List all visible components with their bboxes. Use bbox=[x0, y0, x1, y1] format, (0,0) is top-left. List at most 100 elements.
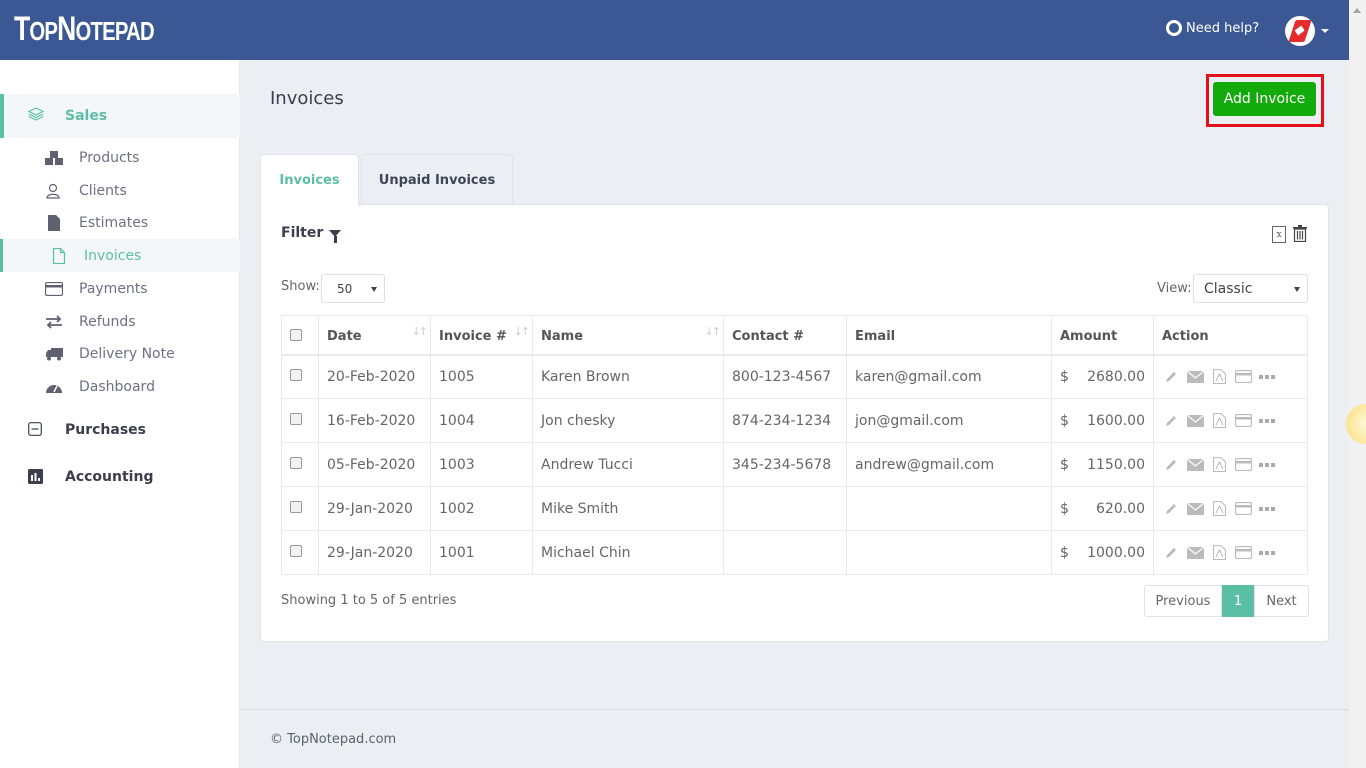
action-cell bbox=[1153, 398, 1308, 443]
show-label: Show: bbox=[281, 279, 320, 294]
payment-card-icon[interactable] bbox=[1234, 502, 1252, 516]
excel-export-icon[interactable]: x bbox=[1272, 226, 1286, 243]
footer-copyright: © TopNotepad.com bbox=[270, 732, 397, 747]
pdf-icon[interactable] bbox=[1210, 413, 1228, 428]
row-checkbox[interactable] bbox=[290, 456, 302, 469]
add-invoice-button[interactable]: Add Invoice bbox=[1213, 82, 1316, 116]
email-icon[interactable] bbox=[1186, 370, 1204, 384]
email-icon[interactable] bbox=[1186, 502, 1204, 516]
edit-icon[interactable] bbox=[1162, 370, 1180, 384]
client-name-cell: Karen Brown bbox=[532, 354, 724, 399]
pdf-icon[interactable] bbox=[1210, 501, 1228, 516]
more-options-icon[interactable] bbox=[1258, 546, 1276, 560]
column-label: Invoice # bbox=[439, 329, 507, 345]
sidebar-item-products[interactable]: Products bbox=[0, 141, 240, 174]
caret-down-icon[interactable] bbox=[1321, 29, 1329, 33]
pdf-icon[interactable] bbox=[1210, 545, 1228, 560]
edit-icon[interactable] bbox=[1162, 546, 1180, 560]
sidebar-item-payments[interactable]: Payments bbox=[0, 272, 240, 305]
sidebar-item-delivery-note[interactable]: Delivery Note bbox=[0, 337, 240, 370]
more-options-icon[interactable] bbox=[1258, 414, 1276, 428]
minus-square-icon bbox=[28, 422, 44, 438]
column-header-date[interactable]: Date ↓↑ bbox=[318, 315, 431, 355]
tab-unpaid-invoices[interactable]: Unpaid Invoices bbox=[361, 154, 513, 205]
select-all-checkbox[interactable] bbox=[290, 328, 302, 341]
filter-toggle[interactable]: Filter bbox=[281, 225, 342, 243]
page-size-select[interactable]: 50 bbox=[321, 274, 385, 303]
sort-icon[interactable]: ↓↑ bbox=[412, 325, 429, 338]
invoices-panel: Filter x Show: 50 View: Classic Date ↓↑ I… bbox=[260, 204, 1329, 642]
payment-card-icon[interactable] bbox=[1234, 458, 1252, 472]
sort-icon[interactable]: ↓↑ bbox=[514, 325, 531, 338]
view-select[interactable]: Classic bbox=[1193, 274, 1308, 303]
sidebar-item-dashboard[interactable]: Dashboard bbox=[0, 370, 240, 403]
row-checkbox[interactable] bbox=[290, 544, 302, 557]
table-row[interactable]: 05-Feb-2020 1003 Andrew Tucci 345-234-56… bbox=[281, 442, 1308, 487]
table-row[interactable]: 16-Feb-2020 1004 Jon chesky 874-234-1234… bbox=[281, 398, 1308, 443]
row-checkbox[interactable] bbox=[290, 412, 302, 425]
column-header-invoice[interactable]: Invoice # ↓↑ bbox=[430, 315, 533, 355]
client-name-cell: Mike Smith bbox=[532, 486, 724, 531]
table-row[interactable]: 20-Feb-2020 1005 Karen Brown 800-123-456… bbox=[281, 354, 1308, 399]
invoice-number-cell: 1005 bbox=[430, 354, 533, 399]
sidebar-item-purchases[interactable]: Purchases bbox=[0, 415, 240, 445]
row-checkbox[interactable] bbox=[290, 368, 302, 381]
previous-page-button[interactable]: Previous bbox=[1144, 585, 1222, 617]
column-label: Contact # bbox=[732, 329, 805, 345]
email-icon[interactable] bbox=[1186, 458, 1204, 472]
page-scrollbar[interactable] bbox=[1349, 0, 1366, 768]
sort-icon[interactable]: ↓↑ bbox=[705, 325, 722, 338]
sidebar-item-label: Products bbox=[79, 149, 140, 166]
file-icon bbox=[44, 214, 64, 231]
more-options-icon[interactable] bbox=[1258, 370, 1276, 384]
sidebar-item-label: Delivery Note bbox=[79, 345, 175, 362]
user-avatar[interactable] bbox=[1285, 16, 1315, 46]
pdf-icon[interactable] bbox=[1210, 369, 1228, 385]
amount-value: 2680.00 bbox=[1087, 368, 1145, 385]
contact-cell bbox=[723, 530, 847, 575]
sidebar-item-estimates[interactable]: Estimates bbox=[0, 206, 240, 239]
scroll-up-arrow-icon[interactable] bbox=[1353, 8, 1361, 13]
email-icon[interactable] bbox=[1186, 546, 1204, 560]
client-name-cell: Andrew Tucci bbox=[532, 442, 724, 487]
column-label: Email bbox=[855, 329, 896, 345]
column-header-amount: Amount bbox=[1051, 315, 1154, 355]
action-cell bbox=[1153, 530, 1308, 575]
edit-icon[interactable] bbox=[1162, 414, 1180, 428]
tab-invoices[interactable]: Invoices bbox=[260, 154, 359, 206]
amount-value: 1150.00 bbox=[1087, 456, 1145, 473]
sidebar-item-label: Sales bbox=[65, 108, 108, 124]
edit-icon[interactable] bbox=[1162, 458, 1180, 472]
client-name-cell: Michael Chin bbox=[532, 530, 724, 575]
amount-cell: $620.00 bbox=[1051, 486, 1154, 531]
column-header-name[interactable]: Name ↓↑ bbox=[532, 315, 724, 355]
sidebar-item-sales[interactable]: Sales bbox=[0, 94, 240, 138]
pdf-icon[interactable] bbox=[1210, 457, 1228, 472]
sidebar-item-clients[interactable]: Clients bbox=[0, 174, 240, 207]
sidebar-item-accounting[interactable]: Accounting bbox=[0, 462, 240, 492]
more-options-icon[interactable] bbox=[1258, 502, 1276, 516]
sidebar-item-label: Payments bbox=[79, 280, 148, 297]
need-help-link[interactable]: Need help? bbox=[1166, 20, 1259, 36]
row-checkbox[interactable] bbox=[290, 500, 302, 513]
payment-card-icon[interactable] bbox=[1234, 546, 1252, 560]
table-row[interactable]: 29-Jan-2020 1002 Mike Smith $620.00 bbox=[281, 486, 1308, 531]
currency-symbol: $ bbox=[1060, 544, 1069, 561]
row-select-cell bbox=[281, 530, 319, 575]
more-options-icon[interactable] bbox=[1258, 458, 1276, 472]
table-row[interactable]: 29-Jan-2020 1001 Michael Chin $1000.00 bbox=[281, 530, 1308, 575]
trash-icon[interactable] bbox=[1293, 225, 1307, 243]
contact-cell: 345-234-5678 bbox=[723, 442, 847, 487]
payment-card-icon[interactable] bbox=[1234, 414, 1252, 428]
app-logo[interactable]: TopNotepad bbox=[14, 10, 155, 49]
edit-icon[interactable] bbox=[1162, 502, 1180, 516]
next-page-button[interactable]: Next bbox=[1254, 585, 1309, 617]
page-1-button[interactable]: 1 bbox=[1222, 585, 1254, 617]
payment-card-icon[interactable] bbox=[1234, 370, 1252, 384]
sidebar-item-invoices[interactable]: Invoices bbox=[0, 239, 240, 272]
sidebar-item-label: Dashboard bbox=[79, 378, 155, 395]
view-value: Classic bbox=[1204, 280, 1253, 297]
column-header-email: Email bbox=[846, 315, 1052, 355]
sidebar-item-refunds[interactable]: Refunds bbox=[0, 305, 240, 338]
email-icon[interactable] bbox=[1186, 414, 1204, 428]
